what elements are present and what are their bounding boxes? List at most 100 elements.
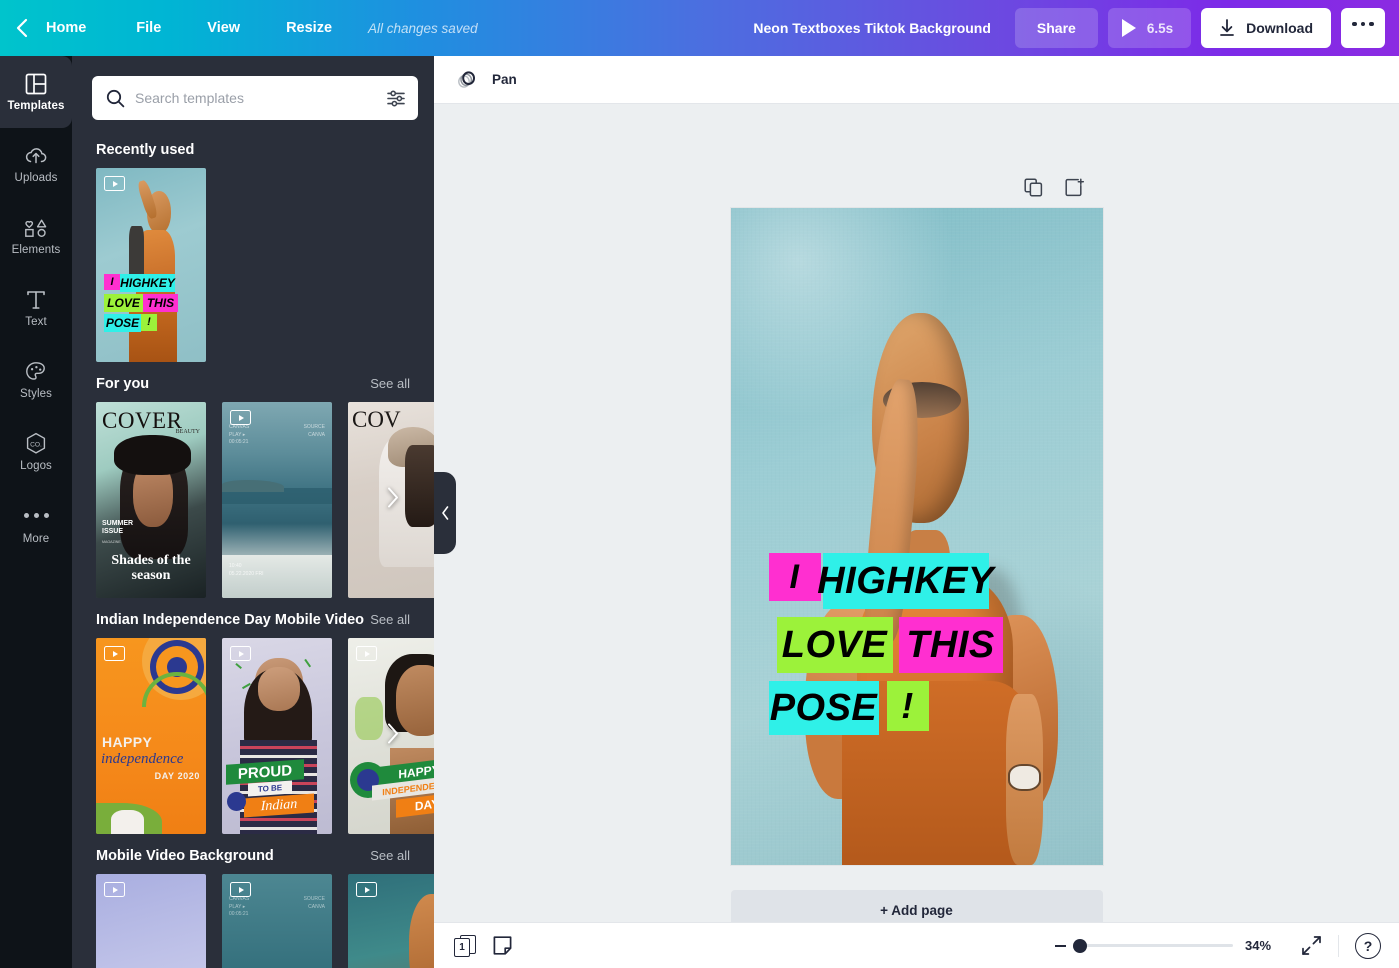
template-thumbnail[interactable]	[348, 874, 434, 968]
canvas-area[interactable]: I HIGHKEY LOVE THIS POSE ! + Add page	[434, 104, 1399, 922]
neon-text-box[interactable]: !	[887, 681, 929, 731]
design-canvas-page[interactable]: I HIGHKEY LOVE THIS POSE !	[731, 208, 1103, 865]
templates-scroll-area[interactable]: Recently used I HIGHKEY	[72, 128, 434, 968]
see-all-link[interactable]: See all	[370, 376, 410, 391]
panel-collapse-handle[interactable]	[434, 472, 456, 554]
carousel-next-button[interactable]	[386, 487, 400, 514]
fullscreen-button[interactable]	[1301, 935, 1322, 956]
neon-text-box[interactable]: THIS	[899, 617, 1003, 673]
add-page-icon	[1065, 178, 1084, 197]
template-thumbnail[interactable]: PROUD TO BE Indian	[222, 638, 332, 834]
neon-text-box[interactable]: HIGHKEY	[823, 553, 989, 609]
left-tool-rail: Templates Uploads Elements	[0, 56, 72, 968]
sidebar-item-logos[interactable]: CO. Logos	[0, 416, 72, 488]
video-play-badge	[230, 646, 251, 661]
sidebar-item-styles[interactable]: Styles	[0, 344, 72, 416]
nav-home[interactable]: Home	[44, 0, 114, 56]
thumbnail-art: CANVASPLAY ▸00:05:21 SOURCECANVA 10:4005…	[222, 402, 332, 598]
notes-icon	[492, 935, 513, 956]
back-button[interactable]	[0, 0, 44, 56]
upload-cloud-icon	[24, 145, 48, 167]
section-header-recently-used: Recently used	[72, 128, 434, 168]
video-play-badge	[230, 410, 251, 425]
template-thumbnail[interactable]: CANVASPLAY ▸00:05:21 SOURCECANVA	[222, 874, 332, 968]
download-label: Download	[1246, 20, 1313, 36]
thumbnail-art	[96, 168, 206, 362]
video-play-badge	[356, 882, 377, 897]
more-options-button[interactable]	[1341, 8, 1385, 48]
search-box[interactable]	[92, 76, 418, 120]
section-title: Recently used	[96, 142, 194, 158]
see-all-link[interactable]: See all	[370, 848, 410, 863]
nav-view[interactable]: View	[183, 0, 264, 56]
thumbnail-neon-text: I HIGHKEY LOVE THIS POSE !	[104, 274, 178, 332]
sidebar-item-text[interactable]: Text	[0, 272, 72, 344]
document-title[interactable]: Neon Textboxes Tiktok Background	[753, 20, 991, 36]
help-button[interactable]: ?	[1355, 933, 1381, 959]
ellipsis-icon	[1352, 22, 1374, 27]
zoom-slider-knob[interactable]	[1073, 939, 1087, 953]
see-all-link[interactable]: See all	[370, 612, 410, 627]
expand-arrows-icon	[1301, 935, 1322, 956]
section-title: Indian Independence Day Mobile Video	[96, 612, 364, 628]
sidebar-item-more[interactable]: More	[0, 488, 72, 560]
pan-tool-label: Pan	[492, 72, 517, 87]
svg-text:CO.: CO.	[30, 441, 42, 448]
zoom-value-label: 34%	[1245, 938, 1285, 953]
shapes-icon	[24, 217, 48, 239]
neon-text-line: LOVE THIS	[777, 617, 1003, 673]
notes-button[interactable]	[492, 935, 513, 956]
neon-text-box[interactable]: LOVE	[777, 617, 893, 673]
nav-resize[interactable]: Resize	[264, 0, 354, 56]
neon-text-line: POSE !	[769, 681, 1003, 735]
top-nav-right-group: Neon Textboxes Tiktok Background Share 6…	[753, 8, 1399, 48]
pan-tool-button[interactable]	[456, 69, 480, 91]
carousel-next-button[interactable]	[386, 723, 400, 750]
page-count-button[interactable]: 1	[454, 935, 476, 957]
top-nav-left-group: Home File View Resize All changes saved	[0, 0, 478, 56]
zoom-slider[interactable]	[1078, 944, 1233, 947]
download-icon	[1219, 19, 1235, 37]
sidebar-item-elements[interactable]: Elements	[0, 200, 72, 272]
template-thumbnail[interactable]: HAPPY independence DAY 2020	[96, 638, 206, 834]
top-navigation-bar: Home File View Resize All changes saved …	[0, 0, 1399, 56]
pan-circles-icon	[456, 69, 480, 91]
thumbnail-art: PROUD TO BE Indian	[222, 638, 332, 834]
zoom-controls: 34%	[1055, 938, 1285, 953]
neon-text-box[interactable]: I	[769, 553, 821, 601]
sidebar-label-more: More	[23, 533, 50, 545]
download-button[interactable]: Download	[1201, 8, 1331, 48]
thumb-row-recently-used: I HIGHKEY LOVE THIS POSE !	[72, 168, 434, 362]
template-thumbnail[interactable]	[96, 874, 206, 968]
canvas-neon-text-group[interactable]: I HIGHKEY LOVE THIS POSE !	[769, 553, 1003, 735]
sliders-filter-icon[interactable]	[387, 90, 406, 107]
bottom-status-bar: 1 34% ?	[434, 922, 1399, 968]
chevron-right-icon	[386, 487, 400, 509]
sidebar-item-uploads[interactable]: Uploads	[0, 128, 72, 200]
page-number-label: 1	[454, 938, 470, 957]
sidebar-item-templates[interactable]: Templates	[0, 56, 72, 128]
minus-icon[interactable]	[1055, 945, 1066, 947]
sidebar-label-uploads: Uploads	[15, 172, 58, 184]
nav-file[interactable]: File	[114, 0, 183, 56]
page-tools	[1024, 178, 1084, 202]
neon-text-box[interactable]: POSE	[769, 681, 879, 735]
search-input[interactable]	[135, 90, 377, 106]
add-page-button[interactable]	[1065, 178, 1084, 202]
section-title: For you	[96, 376, 149, 392]
play-duration-label: 6.5s	[1147, 21, 1173, 36]
share-button[interactable]: Share	[1015, 8, 1098, 48]
template-thumbnail[interactable]: COVER BEAUTY SUMMERISSUE MAGAZINE Shades…	[96, 402, 206, 598]
ellipsis-icon	[24, 504, 49, 528]
chevron-right-icon	[386, 723, 400, 745]
neon-text-line: I HIGHKEY	[769, 553, 1003, 609]
pages-icon: 1	[454, 935, 476, 957]
canvas-photo-subject	[731, 208, 1103, 865]
thumbnail-art: COVER BEAUTY SUMMERISSUE MAGAZINE Shades…	[96, 402, 206, 598]
template-thumbnail[interactable]: I HIGHKEY LOVE THIS POSE !	[96, 168, 206, 362]
video-play-badge	[356, 646, 377, 661]
duplicate-page-button[interactable]	[1024, 178, 1043, 202]
template-thumbnail[interactable]: CANVASPLAY ▸00:05:21 SOURCECANVA 10:4005…	[222, 402, 332, 598]
section-header-for-you: For you See all	[72, 362, 434, 402]
preview-play-button[interactable]: 6.5s	[1108, 8, 1191, 48]
